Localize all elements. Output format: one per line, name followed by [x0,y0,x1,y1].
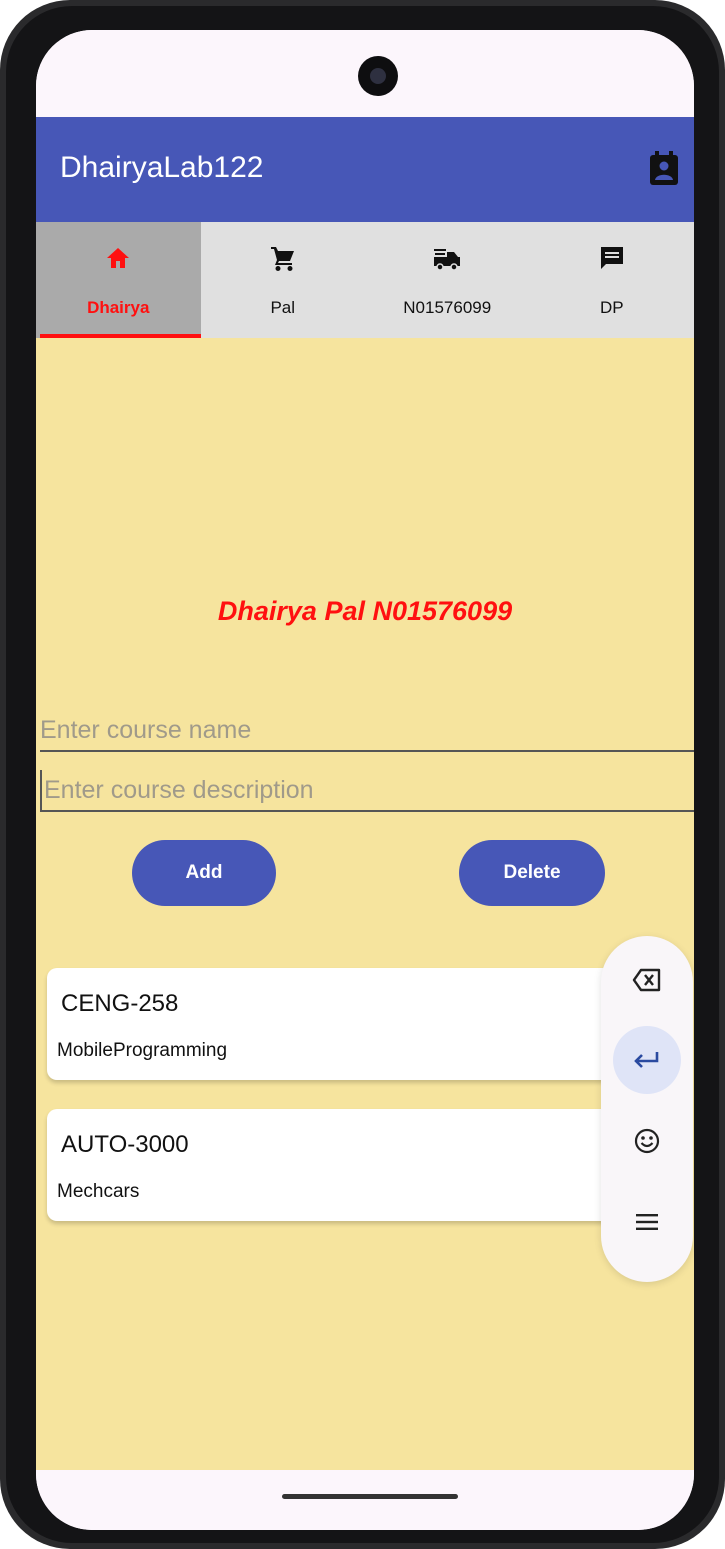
tab-n01576099[interactable]: N01576099 [365,222,530,338]
tab-label: Pal [270,298,296,317]
emoji-button[interactable] [613,1107,681,1175]
tab-label: N01576099 [403,298,492,317]
fire-truck-icon [434,249,461,271]
home-icon [107,248,130,268]
course-card[interactable]: CENG-258 MobileProgramming [47,968,647,1080]
course-description-input[interactable] [40,770,694,812]
course-name-input[interactable] [40,710,694,752]
enter-icon [634,1052,659,1068]
tab-bar: Dhairya Pal N01576099 DP [36,222,694,338]
navigation-bar [36,1470,694,1530]
contact-page-icon[interactable] [650,151,678,185]
menu-icon [636,1214,658,1230]
menu-button[interactable] [613,1188,681,1256]
course-code: CENG-258 [61,990,179,1017]
message-icon [600,247,623,269]
cart-icon [270,247,294,271]
backspace-icon [632,968,661,992]
add-button[interactable]: Add [132,840,276,906]
tab-dp[interactable]: DP [530,222,695,338]
enter-button[interactable] [613,1026,681,1094]
tab-label: DP [599,298,624,317]
status-bar [36,30,694,117]
front-camera [358,56,398,96]
keyboard-tool-panel [601,936,693,1282]
course-code: AUTO-3000 [61,1131,189,1158]
emoji-icon [634,1128,660,1154]
app-bar: DhairyaLab122 [36,117,694,222]
screen: DhairyaLab122 Dhairya Pal N01576099 DP D… [36,30,694,1530]
tab-dhairya[interactable]: Dhairya [36,222,201,338]
course-description: MobileProgramming [57,1040,228,1061]
main-content: Dhairya Pal N01576099 Add Delete CENG-25… [36,338,694,1470]
backspace-button[interactable] [613,946,681,1014]
home-gesture-bar[interactable] [282,1494,458,1499]
tab-label: Dhairya [87,298,150,317]
app-title: DhairyaLab122 [60,151,264,184]
student-heading: Dhairya Pal N01576099 [217,596,513,626]
course-description: Mechcars [57,1181,140,1202]
tab-pal[interactable]: Pal [201,222,366,338]
course-card[interactable]: AUTO-3000 Mechcars [47,1109,647,1221]
delete-button[interactable]: Delete [459,840,605,906]
